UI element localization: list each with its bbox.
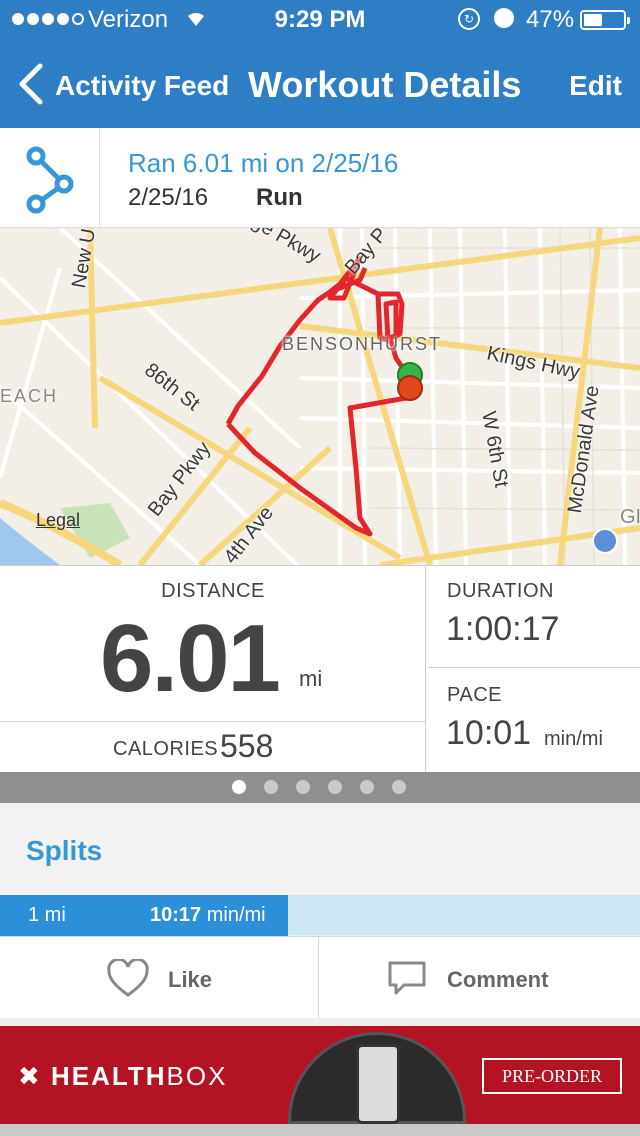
route-icon (0, 128, 100, 228)
page-dot[interactable] (360, 780, 374, 794)
pace-value: 10:01 (446, 714, 532, 752)
comment-label: Comment (447, 967, 549, 992)
page-dot[interactable] (232, 780, 246, 794)
splits-section: Splits (0, 803, 640, 895)
navigation-bar: Activity Feed Workout Details Edit (0, 44, 640, 128)
preorder-button[interactable]: PRE-ORDER (482, 1058, 622, 1094)
duration-label: DURATION (447, 580, 554, 602)
page-dot[interactable] (264, 780, 278, 794)
workout-type: Run (256, 184, 303, 211)
map-label: EACH (0, 386, 59, 406)
page-dot[interactable] (392, 780, 406, 794)
workout-title-link[interactable]: Ran 6.01 mi on 2/25/16 (128, 148, 398, 179)
like-button[interactable]: Like (0, 937, 319, 1019)
pace-card: PACE 10:01 min/mi (427, 668, 640, 773)
action-bar: Like Comment (0, 936, 640, 1019)
comment-button[interactable]: Comment (320, 937, 640, 1019)
split-row[interactable]: 1 mi 10:17 min/mi (0, 895, 640, 936)
map-label: BENSONHURST (282, 334, 443, 354)
distance-card: DISTANCE 6.01 mi (0, 566, 426, 722)
calories-label: CALORIES (113, 738, 219, 760)
page-dot[interactable] (328, 780, 342, 794)
distance-value: 6.01 (100, 605, 281, 712)
battery-icon (580, 10, 630, 30)
pace-label: PACE (447, 684, 502, 706)
page-indicator[interactable] (0, 772, 640, 803)
calories-card: CALORIES 558 (0, 722, 426, 773)
distance-unit: mi (299, 666, 323, 691)
split-pace: 10:17 min/mi (150, 904, 266, 926)
page-title: Workout Details (248, 64, 522, 105)
split-mile: 1 mi (28, 904, 66, 926)
like-label: Like (168, 967, 213, 992)
alarm-icon (494, 8, 514, 28)
map-roads (0, 228, 640, 565)
pace-unit: min/mi (544, 728, 603, 750)
route-map[interactable]: New U ge Pkwy Bay P BENSONHURST Kings Hw… (0, 228, 640, 565)
comment-icon (386, 959, 428, 1004)
calories-value: 558 (220, 728, 274, 764)
workout-header: Ran 6.01 mi on 2/25/16 2/25/16 Run (0, 128, 640, 228)
ad-phone-image (356, 1044, 400, 1124)
mail-icon (592, 528, 618, 554)
splits-title: Splits (26, 835, 103, 866)
rotation-lock-icon: ↻ (458, 8, 480, 30)
map-legal-link[interactable]: Legal (36, 510, 80, 531)
back-button[interactable]: Activity Feed (55, 70, 229, 102)
edit-button[interactable]: Edit (569, 70, 622, 102)
duration-value: 1:00:17 (446, 610, 560, 648)
map-label: GI (620, 506, 640, 528)
chevron-left-icon[interactable] (16, 62, 46, 106)
battery-percentage: 47% (526, 6, 575, 33)
workout-stats: DISTANCE 6.01 mi CALORIES 558 DURATION 1… (0, 565, 640, 773)
status-bar: Verizon 9:29 PM ↻ 47% (0, 0, 640, 40)
workout-date: 2/25/16 (128, 184, 209, 211)
distance-label: DISTANCE (161, 580, 265, 602)
ad-brand-logo: ✖ HEALTHBOX (18, 1061, 228, 1091)
duration-card: DURATION 1:00:17 (427, 566, 640, 668)
bottom-divider (0, 1124, 640, 1136)
heart-icon (106, 957, 150, 1004)
advertisement-banner[interactable]: ✖ HEALTHBOX PRE-ORDER (0, 1026, 640, 1124)
page-dot[interactable] (296, 780, 310, 794)
top-bar: Verizon 9:29 PM ↻ 47% Activity Feed Work… (0, 0, 640, 128)
